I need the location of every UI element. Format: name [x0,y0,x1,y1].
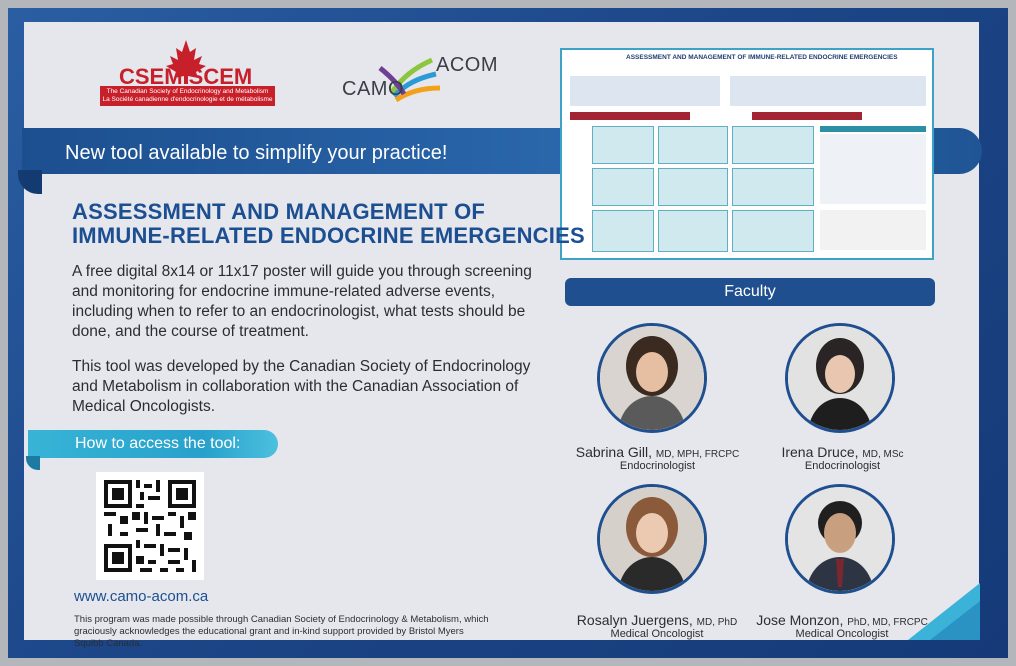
faculty-credentials: MD, PhD [696,617,738,628]
avatar [785,484,895,594]
acom-text: ACOM [436,54,498,76]
credits-paragraph: This tool was developed by the Canadian … [72,358,531,415]
faculty-name-text: Jose Monzon, [756,612,844,628]
faculty-label: Faculty [724,283,776,300]
avatar [597,484,707,594]
faculty-role: Endocrinologist [804,460,881,472]
faculty-credentials: MD, MPH, FRCPC [655,449,740,460]
camo-logo: CAMO ACOM [340,48,500,108]
poster-block [592,168,654,206]
poster-block [732,210,814,252]
title-line-2: IMMUNE-RELATED ENDOCRINE EMERGENCIES [72,223,585,248]
poster-block [658,126,728,164]
person-photo-icon [788,326,892,430]
faculty-role: Endocrinologist [619,460,696,472]
poster-thumbnail[interactable]: ASSESSMENT AND MANAGEMENT OF IMMUNE-RELA… [560,48,934,260]
faculty-credentials: MD, MSc [862,449,904,460]
poster-section [570,76,720,106]
poster-block [658,168,728,206]
csem-tagline-fr: La Société canadienne d'endocrinologie e… [102,96,273,103]
csem-tagline-en: The Canadian Society of Endocrinology an… [106,88,269,95]
poster-red-bar [752,112,862,120]
poster-title: ASSESSMENT AND MANAGEMENT OF IMMUNE-RELA… [626,54,898,61]
poster-table [820,134,926,204]
poster-table-header [820,126,926,132]
title-line-1: ASSESSMENT AND MANAGEMENT OF [72,199,486,224]
faculty-name-text: Rosalyn Juergens, [576,612,693,628]
poster-references [820,210,926,250]
poster-section [730,76,926,106]
camo-text: CAMO [342,78,404,100]
csem-tagline: The Canadian Society of Endocrinology an… [100,86,275,106]
description-paragraph: A free digital 8x14 or 11x17 poster will… [72,263,532,340]
avatar [597,323,707,433]
faculty-role: Medical Oncologist [795,628,889,640]
person-photo-icon [600,326,704,430]
person-photo-icon [600,487,704,591]
qr-code[interactable] [96,472,204,580]
access-label: How to access the tool: [75,435,241,452]
person-photo-icon [788,487,892,591]
poster-block [592,210,654,252]
poster-block [732,126,814,164]
sponsor-footnote: This program was made possible through C… [74,614,489,649]
poster-block [732,168,814,206]
website-link[interactable]: www.camo-acom.ca [74,588,208,605]
corner-decoration [908,583,980,640]
avatar [785,323,895,433]
poster-red-bar [570,112,690,120]
banner-text: New tool available to simplify your prac… [65,142,448,164]
faculty-role: Medical Oncologist [610,628,704,640]
faculty-name-text: Irena Druce, [781,444,859,460]
csem-logo: CSEM SCEM The Canadian Society of Endocr… [100,36,275,106]
faculty-name-text: Sabrina Gill, [575,444,653,460]
qr-code-icon [96,472,204,580]
poster-block [658,210,728,252]
page-title: ASSESSMENT AND MANAGEMENT OF IMMUNE-RELA… [72,200,585,248]
poster-block [592,126,654,164]
